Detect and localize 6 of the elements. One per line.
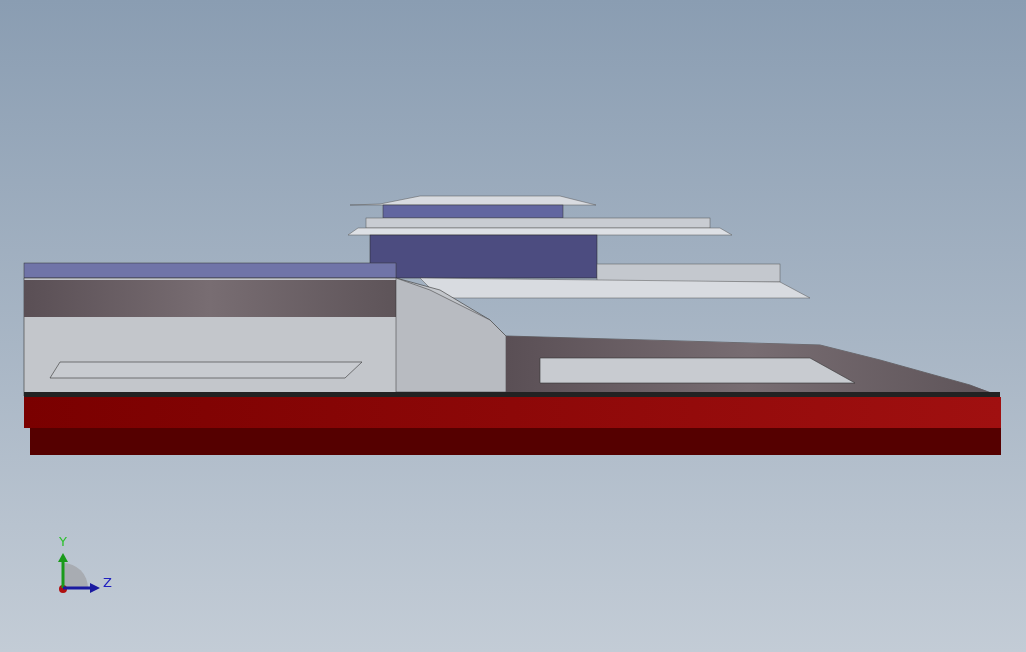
z-axis-arrow <box>63 583 100 593</box>
origin-icon <box>59 585 67 593</box>
y-axis-label: Y <box>59 534 67 549</box>
z-axis-label: Z <box>103 575 112 590</box>
triad-quadrant-icon <box>63 563 88 588</box>
y-axis-arrow <box>58 553 68 588</box>
